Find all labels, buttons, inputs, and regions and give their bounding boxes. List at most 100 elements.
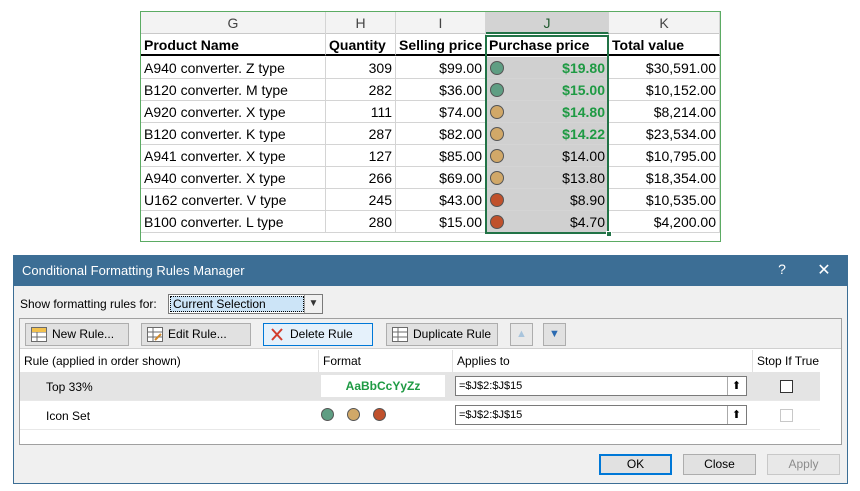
total-value-cell[interactable]: $10,535.00: [609, 189, 720, 211]
yellow-circle-icon: [490, 149, 504, 163]
purchase-price-cell[interactable]: $4.70: [486, 211, 609, 233]
delete-icon: [271, 328, 283, 341]
column-header-i[interactable]: I: [396, 12, 486, 34]
fill-handle[interactable]: [606, 231, 612, 237]
product-name-cell-text: B120 converter. K type: [144, 126, 286, 142]
rule-column-header: Rule (applied in order shown): [24, 354, 181, 368]
quantity-cell[interactable]: 245: [326, 189, 396, 211]
total-value-cell[interactable]: $30,591.00: [609, 57, 720, 79]
product-name-cell[interactable]: A940 converter. Z type: [141, 57, 326, 79]
header-cell-total-value[interactable]: Total value: [609, 34, 720, 56]
applies-to-field[interactable]: =$J$2:$J$15: [455, 405, 747, 425]
total-value-cell[interactable]: $18,354.00: [609, 167, 720, 189]
header-cell-purchase-price[interactable]: Purchase price: [486, 34, 609, 56]
quantity-cell-text: 287: [368, 126, 392, 142]
edit-rule-icon: [147, 327, 163, 342]
selling-price-cell[interactable]: $74.00: [396, 101, 486, 123]
total-value-cell-text: $23,534.00: [645, 126, 716, 142]
header-cell-product-name[interactable]: Product Name: [141, 34, 326, 56]
product-name-cell[interactable]: B120 converter. K type: [141, 123, 326, 145]
move-down-button[interactable]: ▼: [543, 323, 566, 346]
chevron-down-icon[interactable]: ▼: [304, 295, 322, 313]
selling-price-cell[interactable]: $36.00: [396, 79, 486, 101]
product-name-cell[interactable]: A920 converter. X type: [141, 101, 326, 123]
total-value-cell-text: $4,200.00: [653, 214, 716, 230]
spreadsheet-grid: G H I J K Product Name Quantity Selling …: [140, 11, 721, 242]
total-value-cell[interactable]: $23,534.00: [609, 123, 720, 145]
purchase-price-cell[interactable]: $15.00: [486, 79, 609, 101]
yellow-circle-icon: [490, 127, 504, 141]
rule-row-icon-set[interactable]: Icon Set =$J$2:$J$15 ⬆: [20, 401, 820, 429]
dialog-title: Conditional Formatting Rules Manager: [22, 263, 245, 278]
quantity-cell[interactable]: 127: [326, 145, 396, 167]
selling-price-cell[interactable]: $82.00: [396, 123, 486, 145]
purchase-price-cell[interactable]: $13.80: [486, 167, 609, 189]
header-cell-selling-price[interactable]: Selling price: [396, 34, 486, 56]
close-button[interactable]: Close: [683, 454, 756, 475]
selling-price-cell-text: $36.00: [439, 82, 482, 98]
quantity-cell[interactable]: 280: [326, 211, 396, 233]
product-name-cell[interactable]: B100 converter. L type: [141, 211, 326, 233]
purchase-price-cell[interactable]: $14.00: [486, 145, 609, 167]
close-icon[interactable]: ✕: [812, 260, 836, 280]
show-rules-dropdown[interactable]: Current Selection ▼: [168, 294, 323, 314]
quantity-cell-text: 282: [368, 82, 392, 98]
product-name-cell[interactable]: A941 converter. X type: [141, 145, 326, 167]
purchase-price-cell[interactable]: $8.90: [486, 189, 609, 211]
table-row: B120 converter. K type 287 $82.00 $14.22 $23…: [141, 123, 720, 145]
range-picker-icon[interactable]: ⬆: [727, 377, 745, 395]
total-value-cell[interactable]: $10,795.00: [609, 145, 720, 167]
range-picker-icon[interactable]: ⬆: [727, 406, 745, 424]
product-name-cell[interactable]: A940 converter. X type: [141, 167, 326, 189]
total-value-cell-text: $18,354.00: [645, 170, 716, 186]
product-name-cell[interactable]: B120 converter. M type: [141, 79, 326, 101]
show-rules-value: Current Selection: [170, 296, 304, 312]
selling-price-cell[interactable]: $69.00: [396, 167, 486, 189]
purchase-price-cell[interactable]: $14.80: [486, 101, 609, 123]
edit-rule-button[interactable]: Edit Rule...: [141, 323, 251, 346]
column-header-k[interactable]: K: [609, 12, 720, 34]
delete-rule-button[interactable]: Delete Rule: [263, 323, 373, 346]
total-value-cell[interactable]: $10,152.00: [609, 79, 720, 101]
ok-button[interactable]: OK: [599, 454, 672, 475]
product-name-cell-text: A940 converter. X type: [144, 170, 286, 186]
help-button[interactable]: ?: [772, 261, 792, 277]
stop-if-true-column-header: Stop If True: [757, 354, 820, 368]
column-divider: [752, 350, 753, 372]
quantity-cell-text: 127: [368, 148, 392, 164]
total-value-cell-text: $10,795.00: [645, 148, 716, 164]
rule-row-top-33[interactable]: Top 33% AaBbCcYyZz =$J$2:$J$15 ⬆: [20, 372, 820, 400]
red-circle-icon: [490, 193, 504, 207]
selling-price-cell[interactable]: $15.00: [396, 211, 486, 233]
total-value-cell-text: $30,591.00: [645, 60, 716, 76]
total-value-cell-text: $8,214.00: [653, 104, 716, 120]
quantity-cell[interactable]: 282: [326, 79, 396, 101]
selling-price-cell[interactable]: $99.00: [396, 57, 486, 79]
selling-price-cell[interactable]: $85.00: [396, 145, 486, 167]
quantity-cell[interactable]: 266: [326, 167, 396, 189]
move-up-button[interactable]: ▲: [510, 323, 533, 346]
selling-price-cell-text: $74.00: [439, 104, 482, 120]
column-header-j[interactable]: J: [486, 12, 609, 34]
product-name-cell[interactable]: U162 converter. V type: [141, 189, 326, 211]
rule-name: Top 33%: [46, 380, 93, 394]
stop-if-true-checkbox[interactable]: [780, 380, 793, 393]
quantity-cell[interactable]: 287: [326, 123, 396, 145]
new-rule-button[interactable]: New Rule...: [25, 323, 129, 346]
selling-price-cell[interactable]: $43.00: [396, 189, 486, 211]
quantity-cell[interactable]: 111: [326, 101, 396, 123]
column-header-g[interactable]: G: [141, 12, 326, 34]
total-value-cell[interactable]: $8,214.00: [609, 101, 720, 123]
duplicate-rule-button[interactable]: Duplicate Rule: [386, 323, 498, 346]
purchase-price-cell-text: $14.22: [562, 126, 605, 142]
applies-to-field[interactable]: =$J$2:$J$15: [455, 376, 747, 396]
quantity-cell[interactable]: 309: [326, 57, 396, 79]
purchase-price-cell[interactable]: $14.22: [486, 123, 609, 145]
red-circle-icon: [490, 215, 504, 229]
header-cell-quantity[interactable]: Quantity: [326, 34, 396, 56]
purchase-price-cell[interactable]: $19.80: [486, 57, 609, 79]
green-circle-icon: [490, 61, 504, 75]
total-value-cell[interactable]: $4,200.00: [609, 211, 720, 233]
table-row: A940 converter. X type 266 $69.00 $13.80 $18…: [141, 167, 720, 189]
column-header-h[interactable]: H: [326, 12, 396, 34]
